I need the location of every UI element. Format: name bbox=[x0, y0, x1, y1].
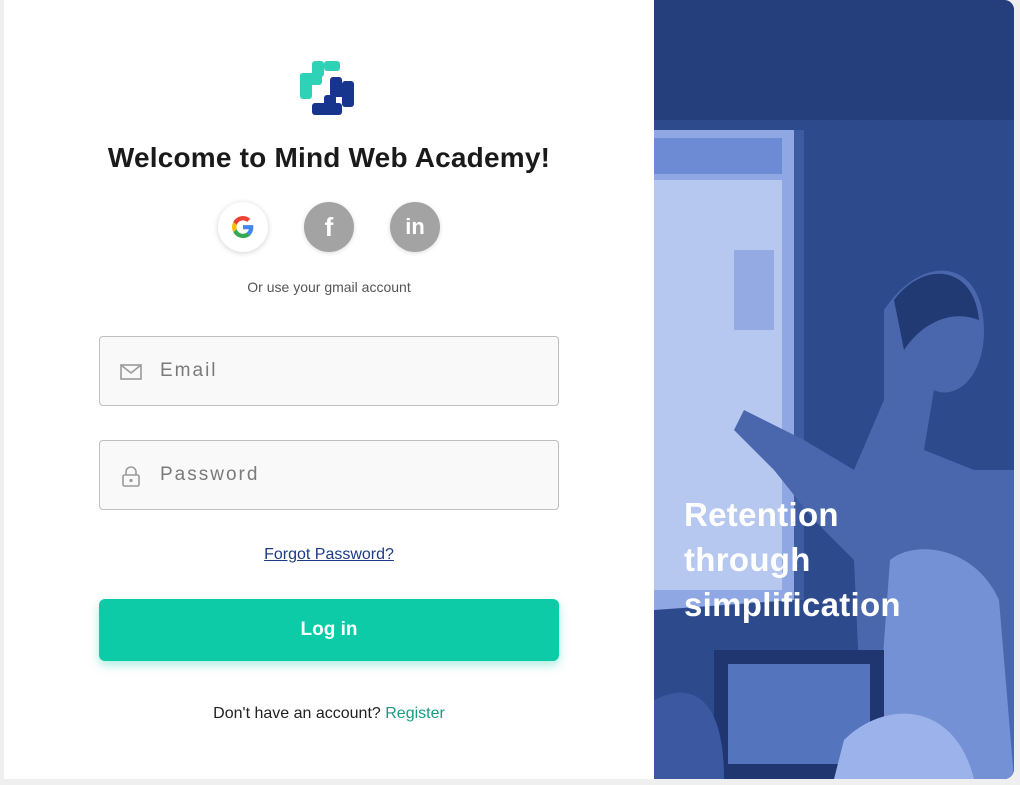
no-account-text: Don't have an account? bbox=[213, 705, 381, 722]
academy-logo bbox=[300, 61, 354, 115]
login-card: Welcome to Mind Web Academy! f in Or use… bbox=[4, 0, 1014, 779]
register-link[interactable]: Register bbox=[385, 705, 445, 722]
email-field[interactable] bbox=[99, 336, 559, 406]
tagline-line: through bbox=[684, 541, 811, 578]
facebook-icon: f bbox=[324, 211, 334, 242]
tagline-line: Retention bbox=[684, 496, 839, 533]
login-panel: Welcome to Mind Web Academy! f in Or use… bbox=[4, 0, 654, 779]
lock-icon bbox=[122, 466, 140, 487]
password-input[interactable] bbox=[160, 441, 540, 509]
email-input[interactable] bbox=[160, 337, 540, 405]
classroom-photo bbox=[654, 0, 1014, 779]
linkedin-login-button[interactable]: in bbox=[390, 202, 440, 252]
google-login-button[interactable] bbox=[218, 202, 268, 252]
hero-panel: Retention through simplification bbox=[654, 0, 1014, 779]
forgot-password-link[interactable]: Forgot Password? bbox=[264, 546, 394, 563]
page-title: Welcome to Mind Web Academy! bbox=[107, 142, 551, 173]
google-icon bbox=[232, 216, 254, 238]
login-button[interactable]: Log in bbox=[99, 599, 559, 661]
facebook-login-button[interactable]: f bbox=[304, 202, 354, 252]
hero-tagline: Retention through simplification bbox=[684, 492, 984, 627]
forgot-password-row: Forgot Password? bbox=[4, 546, 654, 564]
tagline-line: simplification bbox=[684, 586, 901, 623]
register-row: Don't have an account? Register bbox=[4, 705, 654, 723]
password-field[interactable] bbox=[99, 440, 559, 510]
linkedin-icon: in bbox=[405, 214, 425, 239]
social-hint: Or use your gmail account bbox=[247, 279, 411, 295]
mail-icon bbox=[120, 364, 142, 380]
